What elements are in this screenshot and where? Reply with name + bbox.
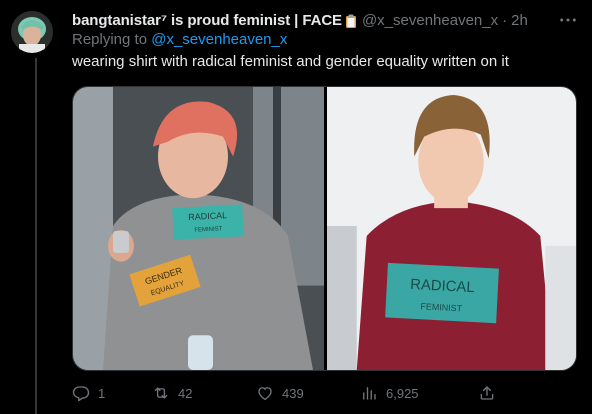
retweet-button[interactable]: 42 <box>152 380 192 406</box>
share-button[interactable] <box>478 380 496 406</box>
display-name[interactable]: bangtanistar⁷ is proud feminist | FACE <box>72 12 342 29</box>
replying-prefix: Replying to <box>72 31 152 48</box>
reply-icon <box>72 386 90 402</box>
reply-count: 1 <box>98 385 106 401</box>
like-count: 439 <box>282 385 304 401</box>
media-photo-left[interactable]: RADICAL FEMINIST GENDER EQUALITY <box>73 87 324 370</box>
user-handle[interactable]: @x_sevenheaven_x <box>362 12 498 29</box>
reply-button[interactable]: 1 <box>72 380 105 406</box>
share-icon <box>480 386 494 400</box>
left-badge1-line1: RADICAL <box>188 210 227 222</box>
media-grid[interactable]: RADICAL FEMINIST GENDER EQUALITY RADICAL… <box>72 86 577 371</box>
timestamp[interactable]: 2h <box>511 12 528 29</box>
tweet-text: wearing shirt with radical feminist and … <box>72 53 509 70</box>
retweet-icon <box>154 387 168 399</box>
clipboard-icon <box>345 14 357 29</box>
avatar[interactable] <box>11 11 53 53</box>
like-button[interactable]: 439 <box>256 380 304 406</box>
views-button[interactable]: 6,925 <box>360 380 419 406</box>
retweet-count: 42 <box>178 385 193 401</box>
replying-to: Replying to @x_sevenheaven_x <box>72 31 287 48</box>
more-icon[interactable] <box>558 11 578 29</box>
thread-line <box>35 58 37 414</box>
replying-mention[interactable]: @x_sevenheaven_x <box>151 31 287 48</box>
views-icon <box>363 387 376 400</box>
separator-dot: · <box>502 11 508 29</box>
views-count: 6,925 <box>386 385 419 401</box>
like-icon <box>258 387 272 401</box>
tweet-header: bangtanistar⁷ is proud feminist | FACE @… <box>72 9 578 31</box>
media-photo-right[interactable]: RADICAL FEMINIST <box>327 87 576 370</box>
action-bar: 1 42 439 6,925 <box>66 380 496 406</box>
right-badge-line1: RADICAL <box>410 277 475 296</box>
